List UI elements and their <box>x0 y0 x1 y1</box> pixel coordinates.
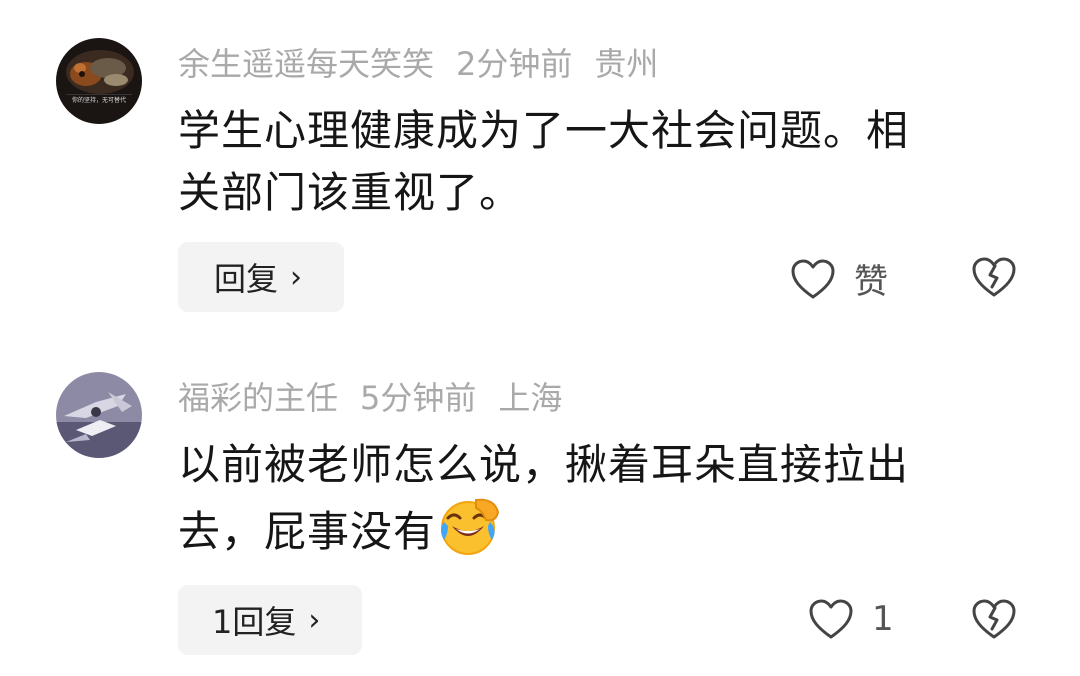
heart-icon <box>809 599 853 639</box>
like-button[interactable]: 1 <box>808 598 894 640</box>
laughing-crying-emoji <box>438 496 502 573</box>
reply-label: 回复 <box>214 260 279 298</box>
comment-text: 学生心理健康成为了一大社会问题。相 关部门该重视了。 <box>178 100 1018 224</box>
like-count: 1 <box>872 599 894 639</box>
timestamp: 5分钟前 <box>360 379 477 417</box>
location: 上海 <box>498 379 563 417</box>
username[interactable]: 余生遥遥每天笑笑 <box>178 45 434 83</box>
broken-heart-icon <box>972 257 1016 297</box>
comment-text-line: 学生心理健康成为了一大社会问题。相 <box>178 106 910 155</box>
comment-item: 福彩的主任 5分钟前 上海 以前被老师怎么说，揪着耳朵直接拉出 去，屁事没有 1回复… <box>0 340 1080 676</box>
avatar[interactable] <box>56 372 142 458</box>
chevron-right-icon: › <box>290 259 303 295</box>
reply-button[interactable]: 1回复 › <box>178 585 362 655</box>
avatar-image <box>56 372 142 458</box>
broken-heart-icon <box>972 599 1016 639</box>
comment-meta: 余生遥遥每天笑笑 2分钟前 贵州 <box>178 44 680 84</box>
comment-item: 你的坚持，无可替代 余生遥遥每天笑笑 2分钟前 贵州 学生心理健康成为了一大社会问题… <box>0 0 1080 340</box>
comment-text-line: 以前被老师怎么说，揪着耳朵直接拉出 <box>178 440 910 489</box>
avatar[interactable]: 你的坚持，无可替代 <box>56 38 142 124</box>
reply-button[interactable]: 回复 › <box>178 242 344 312</box>
heart-icon <box>791 259 835 298</box>
comment-text-line: 关部门该重视了。 <box>178 168 523 217</box>
chevron-right-icon: › <box>308 602 321 638</box>
comment-text-line: 去，屁事没有 <box>178 496 1018 573</box>
location: 贵州 <box>594 45 659 83</box>
avatar-caption: 你的坚持，无可替代 <box>71 97 126 104</box>
avatar-image <box>56 38 142 124</box>
username[interactable]: 福彩的主任 <box>178 379 338 417</box>
like-button[interactable]: 赞 <box>790 254 888 303</box>
like-label: 赞 <box>854 262 888 302</box>
comment-text-fragment: 去，屁事没有 <box>178 507 437 556</box>
dislike-button[interactable] <box>971 256 1017 302</box>
comment-meta: 福彩的主任 5分钟前 上海 <box>178 378 584 418</box>
reply-label: 1回复 <box>212 603 297 641</box>
dislike-button[interactable] <box>971 598 1017 644</box>
timestamp: 2分钟前 <box>456 45 573 83</box>
comment-text: 以前被老师怎么说，揪着耳朵直接拉出 去，屁事没有 <box>178 434 1018 573</box>
